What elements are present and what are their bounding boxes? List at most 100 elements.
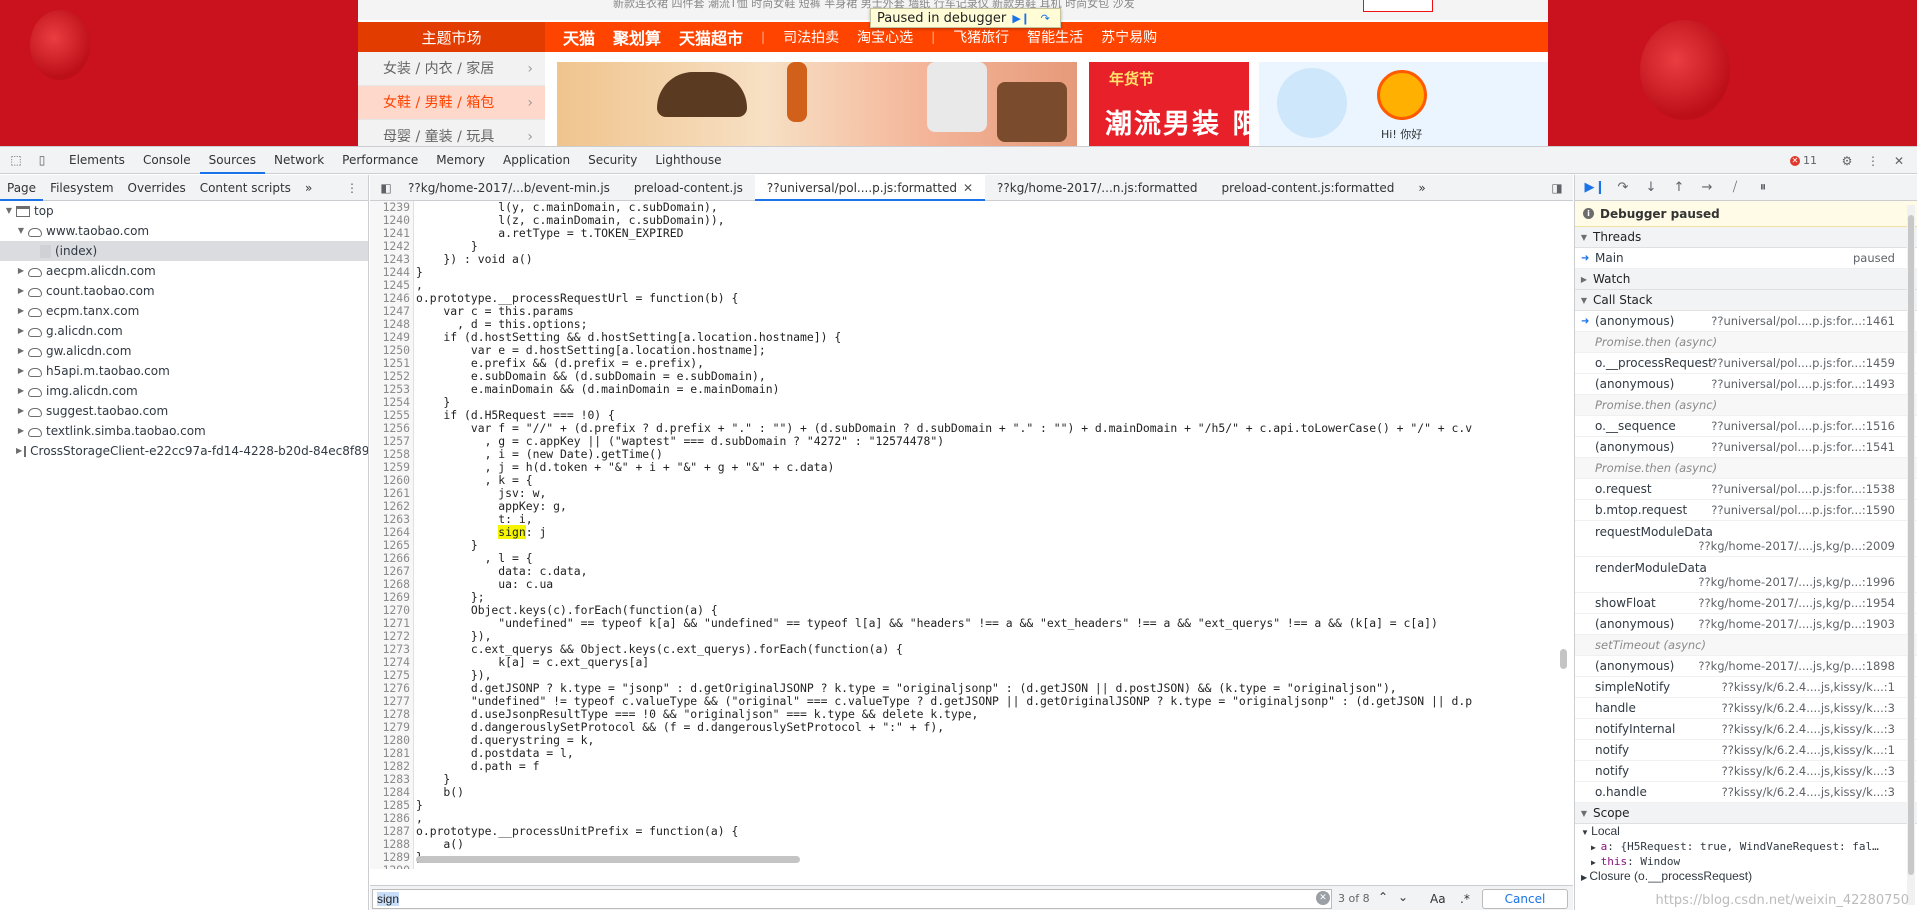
nav-theme-market[interactable]: 主题市场 xyxy=(358,22,545,52)
call-frame[interactable]: (anonymous) ??kg/home-2017/....js,kg/p...… xyxy=(1575,656,1917,677)
scope-header[interactable]: ▼ Scope xyxy=(1575,803,1917,824)
cancel-button[interactable]: Cancel xyxy=(1482,889,1568,909)
kebab-menu-icon[interactable]: ⋮ xyxy=(346,175,358,201)
call-frame[interactable]: (anonymous) ??universal/pol....p.js:for..… xyxy=(1575,437,1917,458)
call-frame[interactable]: b.mtop.request ??universal/pol....p.js:fo… xyxy=(1575,500,1917,521)
step-over-icon[interactable]: ↷ xyxy=(1609,175,1637,201)
editor-tab[interactable]: ??kg/home-2017/...b/event-min.js xyxy=(396,175,622,201)
nav-link[interactable]: 淘宝心选 xyxy=(857,27,913,47)
clear-search-icon[interactable]: ✕ xyxy=(1316,891,1330,905)
tab-content-scripts[interactable]: Content scripts xyxy=(193,175,298,201)
resume-icon[interactable]: ▶❙ xyxy=(1581,175,1609,201)
resume-icon[interactable]: ▶❙ xyxy=(1012,11,1030,25)
match-case-button[interactable]: Aa xyxy=(1430,892,1446,906)
chevron-up-icon[interactable]: ⌃ xyxy=(1378,890,1388,904)
scope-variable[interactable]: ▶ this: Window xyxy=(1575,854,1917,869)
watch-header[interactable]: ▶ Watch xyxy=(1575,269,1917,290)
tree-item[interactable]: ▶ h5api.m.taobao.com xyxy=(0,361,368,381)
category-item[interactable]: 女装 / 内衣 / 家居 › xyxy=(358,52,545,86)
tree-item[interactable]: ▶ img.alicdn.com xyxy=(0,381,368,401)
gear-icon[interactable]: ⚙ xyxy=(1837,151,1857,171)
inspect-element-icon[interactable]: ⬚ xyxy=(6,150,26,170)
call-frame[interactable]: o.__sequence ??universal/pol....p.js:for.… xyxy=(1575,416,1917,437)
call-frame[interactable]: notify ??kissy/k/6.2.4....js,kissy/k...:1 xyxy=(1575,740,1917,761)
tree-item[interactable]: ▶ count.taobao.com xyxy=(0,281,368,301)
device-toolbar-icon[interactable]: ▯ xyxy=(32,150,52,170)
editor-tab[interactable]: ??universal/pol....p.js:formatted ✕ xyxy=(754,174,986,201)
regex-button[interactable]: .* xyxy=(1460,892,1470,906)
call-frame[interactable]: o.handle ??kissy/k/6.2.4....js,kissy/k...… xyxy=(1575,782,1917,803)
sidebar-scrollbar-thumb[interactable] xyxy=(1908,215,1914,875)
code-view[interactable]: 1239 l(y, c.mainDomain, c.subDomain), 124… xyxy=(370,201,1573,869)
nav-link[interactable]: 苏宁易购 xyxy=(1101,27,1157,47)
vertical-scrollbar[interactable] xyxy=(1560,649,1567,669)
tree-item[interactable]: ▶ suggest.taobao.com xyxy=(0,401,368,421)
nav-link[interactable]: 飞猪旅行 xyxy=(953,27,1009,47)
callstack-header[interactable]: ▼ Call Stack xyxy=(1575,290,1917,311)
category-item[interactable]: 母婴 / 童装 / 玩具 › xyxy=(358,120,545,146)
tree-item[interactable]: ▶ gw.alicdn.com xyxy=(0,341,368,361)
avatar[interactable] xyxy=(1377,70,1427,120)
product-banner[interactable] xyxy=(557,62,1077,146)
tab-console[interactable]: Console xyxy=(134,147,200,174)
chevron-down-icon[interactable]: ⌄ xyxy=(1398,890,1408,904)
tree-item[interactable]: ▶ textlink.simba.taobao.com xyxy=(0,421,368,441)
tree-item[interactable]: ▶ g.alicdn.com xyxy=(0,321,368,341)
call-frame[interactable]: o.request ??universal/pol....p.js:for...:… xyxy=(1575,479,1917,500)
tab-elements[interactable]: Elements xyxy=(60,147,134,174)
tab-overrides[interactable]: Overrides xyxy=(121,175,193,201)
tree-item[interactable]: ▼ top xyxy=(0,201,368,221)
more-tabs-icon[interactable]: » xyxy=(1406,175,1437,201)
tab-page[interactable]: Page xyxy=(0,175,44,201)
editor-tab[interactable]: preload-content.js xyxy=(622,175,755,201)
call-frame[interactable]: requestModuleData ??kg/home-2017/....js,k… xyxy=(1575,521,1917,557)
tree-item[interactable]: (index) xyxy=(0,241,368,261)
step-into-icon[interactable]: ↓ xyxy=(1637,175,1665,201)
step-out-icon[interactable]: ↑ xyxy=(1665,175,1693,201)
close-icon[interactable]: ✕ xyxy=(1889,151,1909,171)
kebab-menu-icon[interactable]: ⋮ xyxy=(1863,151,1883,171)
tab-application[interactable]: Application xyxy=(494,147,579,174)
nav-link[interactable]: 聚划算 xyxy=(613,25,661,49)
pause-on-exceptions-icon[interactable]: ⏸ xyxy=(1749,175,1777,201)
tab-performance[interactable]: Performance xyxy=(333,147,427,174)
local-scope-header[interactable]: ▼ Local xyxy=(1575,824,1917,839)
call-frame[interactable]: simpleNotify ??kissy/k/6.2.4....js,kissy/… xyxy=(1575,677,1917,698)
tab-sources[interactable]: Sources xyxy=(199,147,266,174)
deactivate-breakpoints-icon[interactable]: ⧸ xyxy=(1721,175,1749,201)
threads-header[interactable]: ▼ Threads xyxy=(1575,227,1917,248)
toggle-navigator-icon[interactable]: ◧ xyxy=(376,178,396,198)
step-icon[interactable]: → xyxy=(1693,175,1721,201)
scope-variable[interactable]: ▶ a: {H5Request: true, WindVaneRequest: … xyxy=(1575,839,1917,854)
call-frame[interactable]: ➜ (anonymous) ??universal/pol....p.js:for.… xyxy=(1575,311,1917,332)
tab-security[interactable]: Security xyxy=(579,147,646,174)
nav-link[interactable]: 天猫超市 xyxy=(679,25,743,49)
editor-tab[interactable]: ??kg/home-2017/...n.js:formatted xyxy=(985,175,1210,201)
call-frame[interactable]: (anonymous) ??kg/home-2017/....js,kg/p...… xyxy=(1575,614,1917,635)
closure-scope-header[interactable]: ▶ Closure (o.__processRequest) xyxy=(1575,869,1917,884)
close-icon[interactable]: ✕ xyxy=(963,181,973,195)
category-item[interactable]: 女鞋 / 男鞋 / 箱包 › xyxy=(358,86,545,120)
tree-item[interactable]: ▼ www.taobao.com xyxy=(0,221,368,241)
nav-link[interactable]: 司法拍卖 xyxy=(783,27,839,47)
tab-memory[interactable]: Memory xyxy=(427,147,494,174)
more-tabs-icon[interactable]: » xyxy=(298,175,319,201)
search-input[interactable]: sign xyxy=(372,889,1332,909)
tab-filesystem[interactable]: Filesystem xyxy=(43,175,120,201)
call-frame[interactable]: o.__processRequest ??universal/pol....p.j… xyxy=(1575,353,1917,374)
tree-item[interactable]: ▶ ecpm.tanx.com xyxy=(0,301,368,321)
promo-banner[interactable]: 年货节 潮流男装 限时疯减 xyxy=(1089,62,1346,146)
tree-item[interactable]: ▶ aecpm.alicdn.com xyxy=(0,261,368,281)
step-over-icon[interactable]: ↷ xyxy=(1036,11,1054,25)
call-frame[interactable]: (anonymous) ??universal/pol....p.js:for..… xyxy=(1575,374,1917,395)
thread-row[interactable]: ➜ Main paused xyxy=(1575,248,1917,269)
call-frame[interactable]: renderModuleData ??kg/home-2017/....js,kg… xyxy=(1575,557,1917,593)
tab-lighthouse[interactable]: Lighthouse xyxy=(646,147,730,174)
horizontal-scrollbar[interactable] xyxy=(416,856,800,863)
call-frame[interactable]: showFloat ??kg/home-2017/....js,kg/p...:1… xyxy=(1575,593,1917,614)
call-frame[interactable]: handle ??kissy/k/6.2.4....js,kissy/k...:3 xyxy=(1575,698,1917,719)
error-count-badge[interactable]: ✕ 11 xyxy=(1790,154,1817,167)
nav-link[interactable]: 智能生活 xyxy=(1027,27,1083,47)
toggle-debugger-icon[interactable]: ◨ xyxy=(1547,178,1567,198)
call-frame[interactable]: notifyInternal ??kissy/k/6.2.4....js,kiss… xyxy=(1575,719,1917,740)
